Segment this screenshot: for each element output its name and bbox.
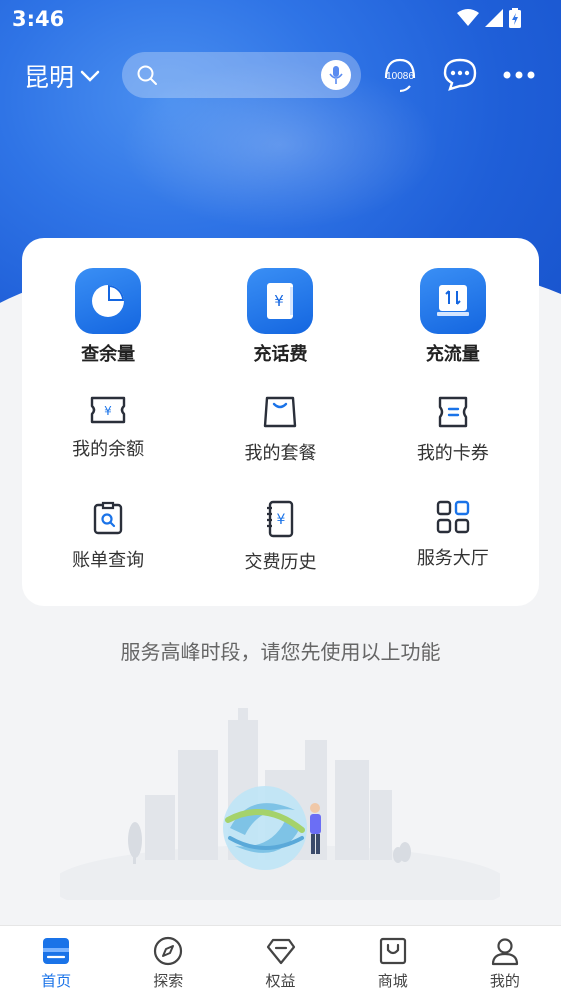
bill-search-icon — [93, 501, 123, 535]
grid-icon — [436, 500, 470, 534]
chevron-down-icon — [80, 70, 100, 82]
search-icon — [137, 65, 157, 85]
headset-icon: 10086 — [384, 58, 416, 93]
pie-chart-icon — [92, 285, 125, 317]
service-my-balance[interactable]: ¥ 我的余额 — [22, 373, 194, 478]
service-hall[interactable]: 服务大厅 — [367, 478, 539, 583]
search-input[interactable] — [122, 52, 361, 98]
service-label: 充话费 — [253, 344, 308, 365]
tab-mall[interactable]: 商城 — [337, 926, 449, 999]
china-mobile-logo — [223, 786, 307, 870]
messages-button[interactable] — [442, 56, 478, 96]
service-bill-query[interactable]: 账单查询 — [22, 478, 194, 583]
tab-label: 首页 — [41, 972, 72, 990]
compass-icon — [154, 936, 183, 966]
service-my-plan[interactable]: 我的套餐 — [194, 373, 366, 478]
data-transfer-icon — [436, 285, 469, 316]
status-bar: 3:46 — [0, 0, 561, 40]
tab-label: 权益 — [265, 972, 296, 990]
signal-icon — [485, 9, 503, 27]
more-button[interactable] — [502, 65, 536, 84]
tab-me[interactable]: 我的 — [449, 926, 561, 999]
svg-text:¥: ¥ — [104, 404, 112, 418]
yuan-ticket-icon: ¥ — [90, 396, 126, 424]
tab-explore[interactable]: 探索 — [112, 926, 224, 999]
coupon-icon — [438, 396, 468, 428]
service-recharge-data[interactable]: 充流量 — [367, 268, 539, 373]
top-bar: 昆明 10086 — [0, 52, 561, 98]
service-card: 查余量 ¥ 充话费 充流量 ¥ 我的余额 我的套餐 我的卡券 账单查询 ¥ 交费… — [22, 238, 539, 606]
service-label: 我的卡券 — [416, 443, 489, 464]
service-label: 账单查询 — [72, 550, 145, 571]
battery-icon — [509, 8, 521, 28]
service-my-coupons[interactable]: 我的卡券 — [367, 373, 539, 478]
service-label: 查余量 — [81, 344, 136, 365]
svg-text:¥: ¥ — [277, 512, 286, 528]
chat-bubble-icon — [443, 58, 477, 91]
bottom-tab-bar: 首页 探索 权益 商城 我的 — [0, 925, 561, 999]
yuan-phone-icon: ¥ — [267, 283, 294, 319]
user-icon — [491, 938, 519, 966]
tab-label: 商城 — [377, 972, 408, 990]
service-payment-history[interactable]: ¥ 交费历史 — [194, 478, 366, 583]
service-label: 服务大厅 — [416, 548, 489, 569]
service-label: 我的套餐 — [244, 443, 317, 464]
city-name: 昆明 — [24, 63, 75, 92]
status-time: 3:46 — [12, 7, 65, 31]
tab-label: 探索 — [153, 972, 184, 990]
shopping-bag-icon — [264, 396, 297, 428]
home-icon — [43, 938, 70, 964]
microphone-icon — [329, 66, 343, 84]
tab-label: 我的 — [489, 972, 520, 990]
service-recharge-phone[interactable]: ¥ 充话费 — [194, 268, 366, 373]
peak-hours-notice: 服务高峰时段，请您先使用以上功能 — [120, 640, 441, 664]
diamond-icon — [266, 938, 295, 965]
service-label: 我的余额 — [72, 439, 145, 460]
svg-text:¥: ¥ — [275, 292, 285, 310]
service-label: 充流量 — [425, 344, 480, 365]
tab-benefits[interactable]: 权益 — [224, 926, 336, 999]
service-label: 交费历史 — [244, 552, 317, 573]
voice-search-button[interactable] — [321, 60, 351, 90]
city-selector[interactable]: 昆明 — [24, 58, 100, 94]
shopping-bag-icon — [379, 937, 406, 965]
hotline-button[interactable]: 10086 — [380, 56, 420, 98]
more-dots-icon — [503, 71, 535, 79]
service-check-balance[interactable]: 查余量 — [22, 268, 194, 373]
city-illustration — [60, 708, 500, 900]
payment-history-icon: ¥ — [267, 500, 294, 538]
hotline-number: 10086 — [386, 71, 414, 82]
tab-home[interactable]: 首页 — [0, 926, 112, 999]
wifi-icon — [457, 9, 479, 26]
